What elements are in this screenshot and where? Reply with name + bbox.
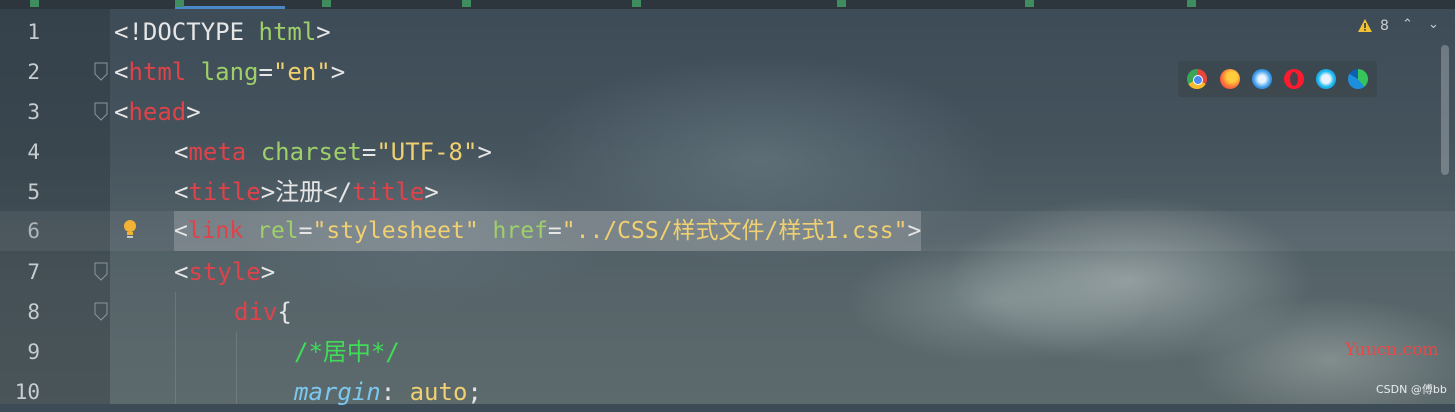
line-code[interactable]: margin: auto; bbox=[294, 372, 482, 412]
line-number[interactable]: 3 bbox=[0, 92, 40, 132]
fold-icon[interactable] bbox=[94, 262, 108, 282]
lightbulb-icon[interactable] bbox=[122, 219, 138, 241]
editor-tab[interactable] bbox=[322, 0, 412, 9]
vertical-scrollbar[interactable] bbox=[1441, 45, 1449, 175]
watermark-site: Yuucn.com bbox=[1345, 340, 1439, 360]
line-number[interactable]: 2 bbox=[0, 52, 40, 92]
line-code[interactable]: <meta charset="UTF-8"> bbox=[174, 132, 492, 172]
html-file-icon bbox=[322, 0, 331, 7]
warning-count: 8 bbox=[1380, 18, 1389, 34]
code-line[interactable]: 8 div{ bbox=[0, 292, 1455, 332]
line-number[interactable]: 5 bbox=[0, 172, 40, 212]
html-file-icon bbox=[30, 0, 39, 7]
safari-icon[interactable] bbox=[1252, 69, 1272, 89]
editor-tab-active[interactable] bbox=[175, 0, 285, 9]
opera-icon[interactable] bbox=[1284, 69, 1304, 89]
editor-tab[interactable] bbox=[1187, 0, 1387, 9]
code-line[interactable]: 3 <head> bbox=[0, 92, 1455, 132]
line-number[interactable]: 8 bbox=[0, 292, 40, 332]
code-line-current[interactable]: 6 <link rel="stylesheet" href="../CSS/样式… bbox=[0, 211, 1455, 251]
line-code[interactable]: <link rel="stylesheet" href="../CSS/样式文件… bbox=[174, 211, 922, 251]
line-code[interactable]: <html lang="en"> bbox=[114, 52, 345, 92]
edge-icon[interactable] bbox=[1348, 69, 1368, 89]
editor-tab[interactable] bbox=[1025, 0, 1135, 9]
line-code[interactable]: <head> bbox=[114, 92, 201, 132]
html-file-icon bbox=[837, 0, 846, 7]
html-file-icon bbox=[632, 0, 641, 7]
warning-triangle-icon bbox=[1358, 19, 1372, 36]
html-file-icon bbox=[1025, 0, 1034, 7]
editor-tab[interactable] bbox=[30, 0, 100, 9]
browser-preview-toolbar bbox=[1178, 61, 1377, 97]
editor-tab[interactable] bbox=[632, 0, 782, 9]
line-number[interactable]: 7 bbox=[0, 252, 40, 292]
code-line[interactable]: 4 <meta charset="UTF-8"> bbox=[0, 132, 1455, 172]
line-code[interactable]: <title>注册</title> bbox=[174, 172, 439, 212]
line-code[interactable]: <!DOCTYPE html> bbox=[114, 12, 331, 52]
editor-tab[interactable] bbox=[462, 0, 582, 9]
line-code[interactable]: /*居中*/ bbox=[294, 332, 400, 372]
line-code[interactable]: div{ bbox=[234, 292, 292, 332]
code-line[interactable]: 1 <!DOCTYPE html> bbox=[0, 12, 1455, 52]
line-number[interactable]: 9 bbox=[0, 332, 40, 372]
code-line[interactable]: 5 <title>注册</title> bbox=[0, 172, 1455, 212]
code-line[interactable]: 7 <style> bbox=[0, 252, 1455, 292]
chrome-icon[interactable] bbox=[1187, 69, 1207, 89]
firefox-icon[interactable] bbox=[1220, 69, 1240, 89]
previous-highlight-button[interactable]: ⌃ bbox=[1402, 17, 1413, 32]
line-number[interactable]: 10 bbox=[0, 372, 40, 412]
fold-icon[interactable] bbox=[94, 102, 108, 122]
line-number[interactable]: 4 bbox=[0, 132, 40, 172]
editor-tab-bar bbox=[0, 0, 1455, 9]
next-highlight-button[interactable]: ⌄ bbox=[1428, 17, 1439, 32]
fold-icon[interactable] bbox=[94, 302, 108, 322]
editor-tab[interactable] bbox=[837, 0, 967, 9]
html-file-icon bbox=[1187, 0, 1196, 7]
line-number[interactable]: 6 bbox=[0, 211, 40, 251]
code-line[interactable]: 9 /*居中*/ bbox=[0, 332, 1455, 372]
html-file-icon bbox=[462, 0, 471, 7]
html-file-icon bbox=[175, 0, 184, 7]
line-code[interactable]: <style> bbox=[174, 252, 275, 292]
ie-icon[interactable] bbox=[1316, 69, 1336, 89]
line-number[interactable]: 1 bbox=[0, 12, 40, 52]
watermark-credit: CSDN @傅bb bbox=[1376, 383, 1447, 396]
code-line[interactable]: 10 margin: auto; bbox=[0, 372, 1455, 412]
fold-icon[interactable] bbox=[94, 62, 108, 82]
